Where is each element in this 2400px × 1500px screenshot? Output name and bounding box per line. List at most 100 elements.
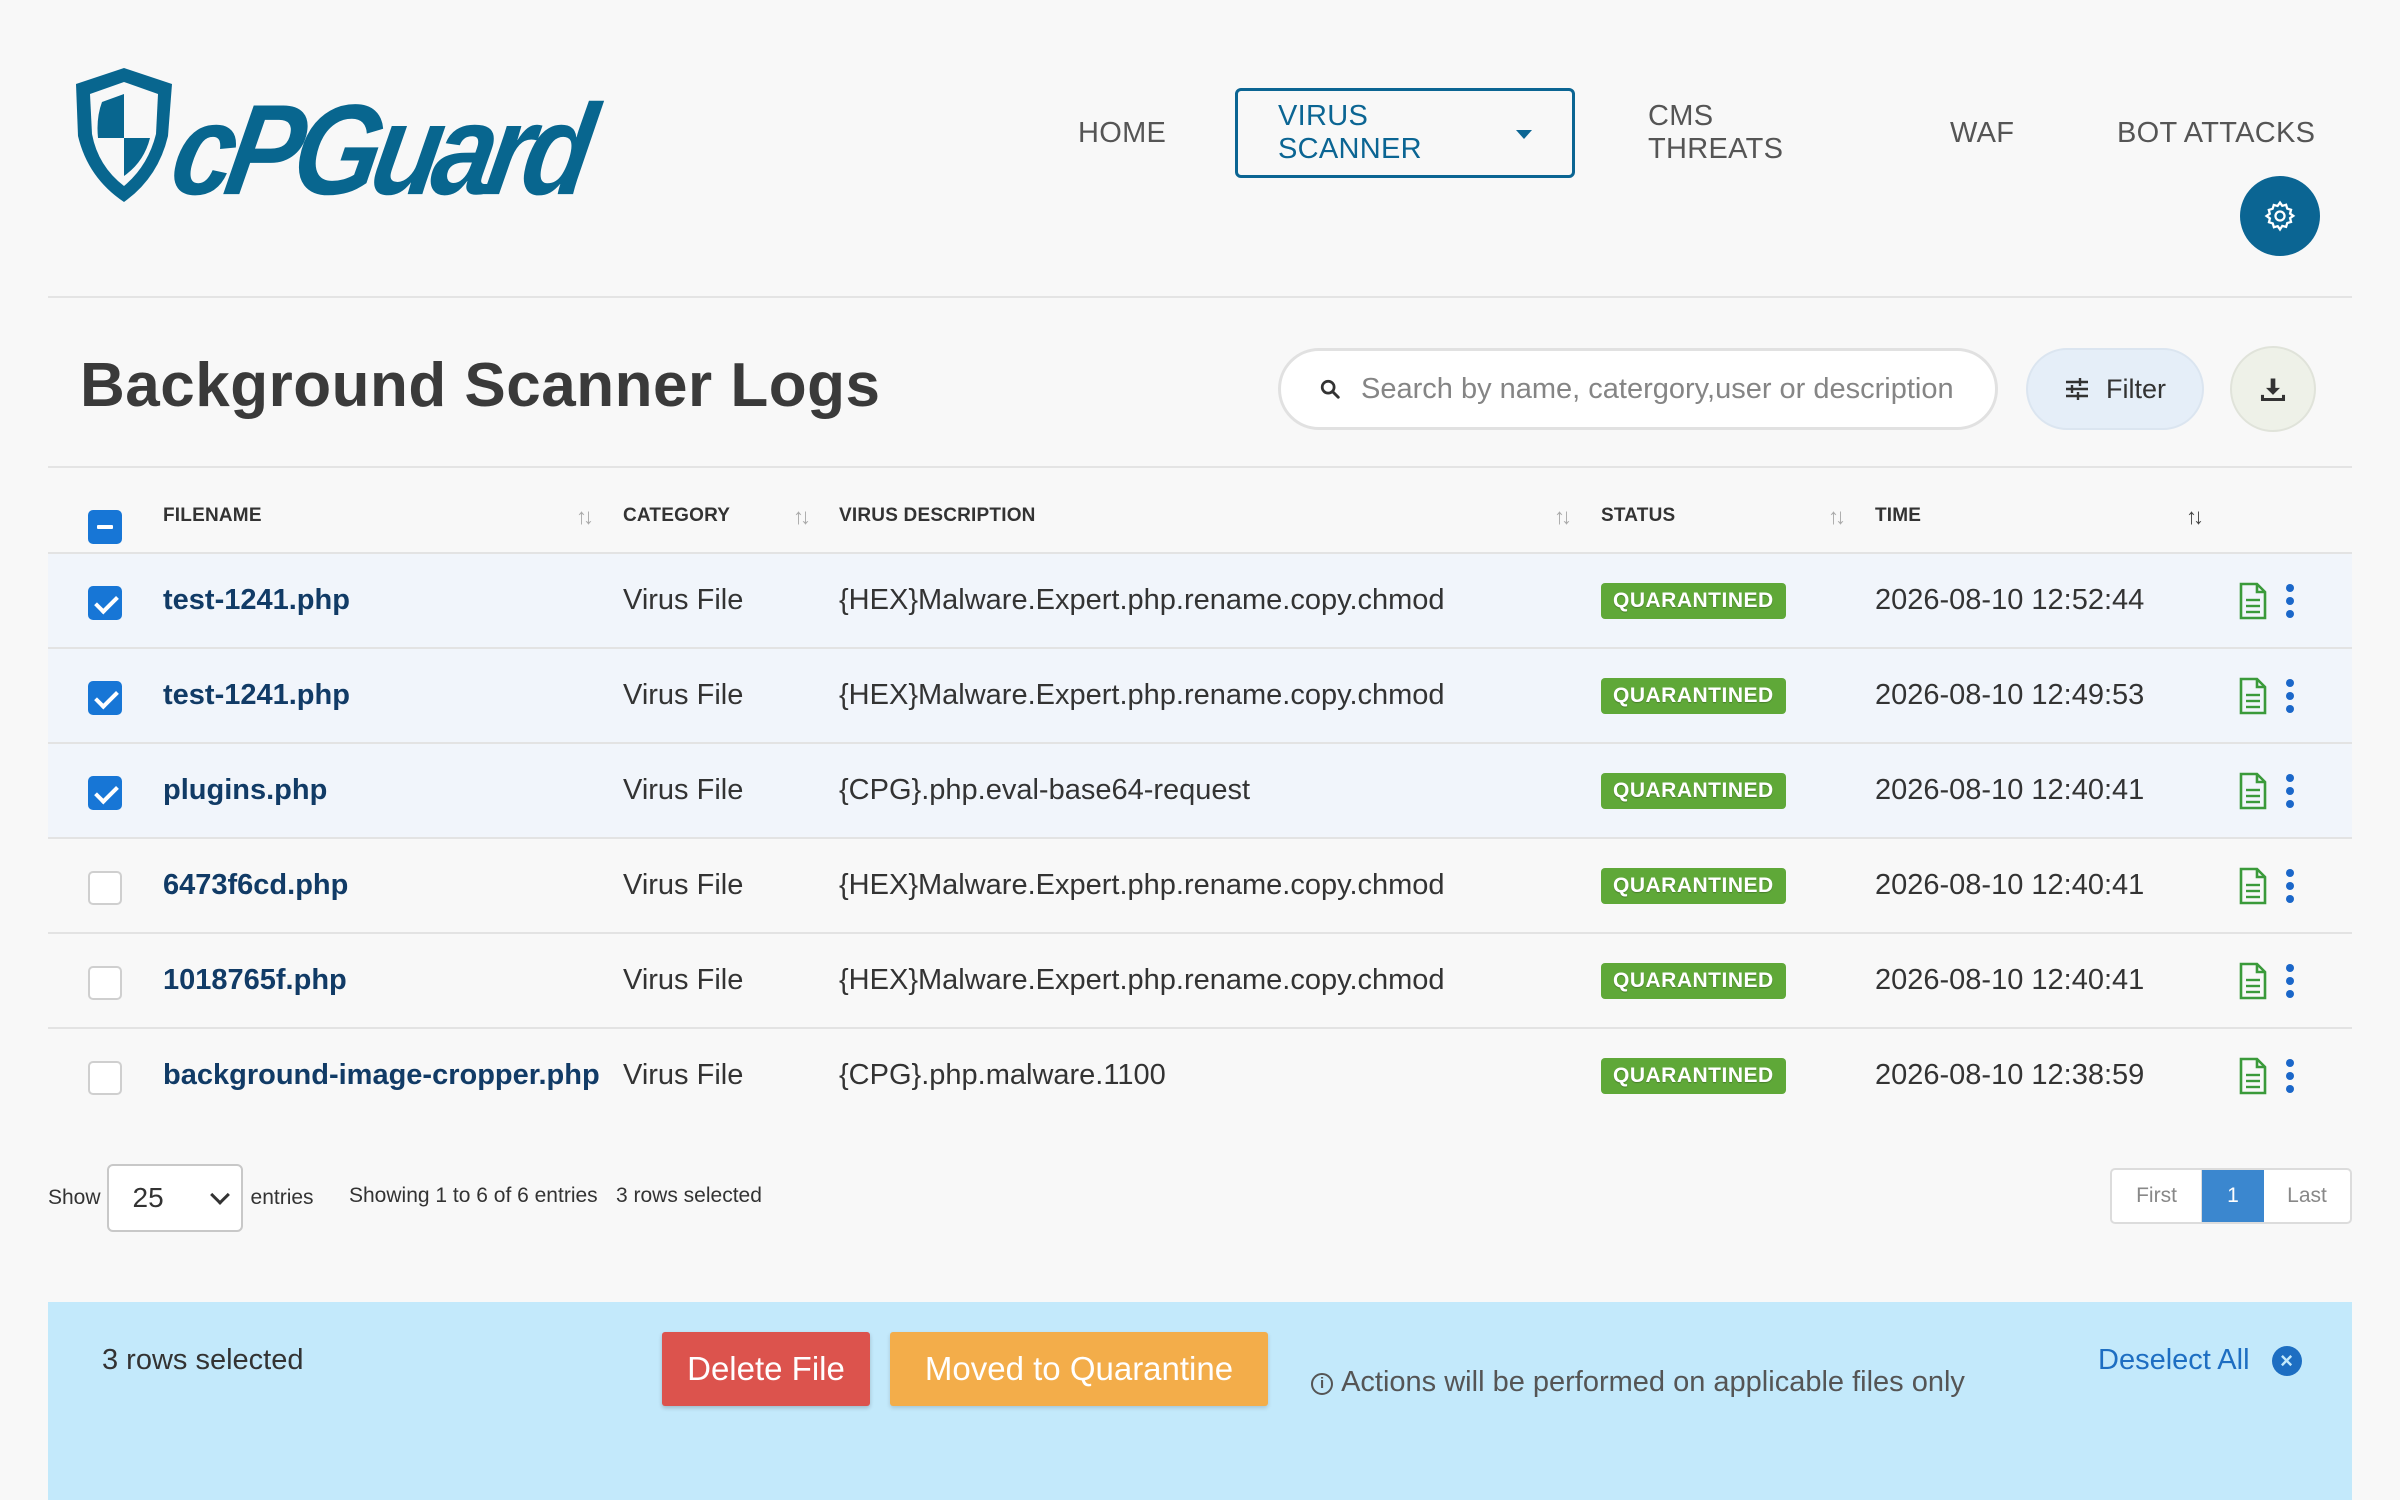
cell-category: Virus File (623, 679, 744, 711)
document-icon[interactable] (2238, 582, 2268, 625)
move-to-quarantine-button[interactable]: Moved to Quarantine (890, 1332, 1268, 1406)
sort-status-icon[interactable]: ↑↓ (1828, 504, 1846, 530)
nav-virus-scanner-label: VIRUS SCANNER (1278, 100, 1422, 165)
cell-status: QUARANTINED (1601, 934, 1786, 1027)
row-checkbox[interactable] (88, 681, 122, 715)
sort-time-icon[interactable]: ↑↓ (2186, 504, 2204, 530)
cell-filename[interactable]: test-1241.php (163, 554, 350, 647)
cell-filename[interactable]: test-1241.php (163, 649, 350, 742)
rows-selected-text: 3 rows selected (616, 1184, 762, 1207)
row-checkbox[interactable] (88, 776, 122, 810)
more-vertical-icon[interactable] (2284, 964, 2296, 998)
header-time[interactable]: TIME (1875, 478, 1921, 554)
cell-description: {HEX}Malware.Expert.php.rename.copy.chmo… (839, 964, 1445, 996)
document-icon[interactable] (2238, 1057, 2268, 1100)
cell-status: QUARANTINED (1601, 839, 1786, 932)
status-badge: QUARANTINED (1601, 867, 1786, 904)
table-body: test-1241.php Virus File {HEX}Malware.Ex… (48, 554, 2352, 1124)
cell-category: Virus File (623, 869, 744, 901)
settings-button[interactable] (2240, 176, 2320, 256)
bulk-action-bar: 3 rows selected Delete File Moved to Qua… (48, 1302, 2352, 1500)
more-vertical-icon[interactable] (2284, 869, 2296, 903)
row-checkbox[interactable] (88, 871, 122, 905)
cell-status: QUARANTINED (1601, 744, 1786, 837)
status-badge: QUARANTINED (1601, 772, 1786, 809)
sort-category-icon[interactable]: ↑↓ (793, 504, 811, 530)
row-checkbox[interactable] (88, 1061, 122, 1095)
document-icon[interactable] (2238, 962, 2268, 1005)
more-vertical-icon[interactable] (2284, 679, 2296, 713)
search-box[interactable] (1278, 348, 1998, 430)
row-checkbox[interactable] (88, 966, 122, 1000)
more-vertical-icon[interactable] (2284, 774, 2296, 808)
cell-filename[interactable]: background-image-cropper.php (163, 1029, 600, 1122)
cell-category: Virus File (623, 1059, 744, 1091)
nav-waf[interactable]: WAF (1910, 88, 2054, 178)
cell-category: Virus File (623, 964, 744, 996)
scanner-logs-table: FILENAME ↑↓ CATEGORY ↑↓ VIRUS DESCRIPTIO… (48, 478, 2352, 1124)
cell-filename[interactable]: plugins.php (163, 744, 327, 837)
select-all-checkbox[interactable] (88, 510, 122, 544)
table-row[interactable]: test-1241.php Virus File {HEX}Malware.Ex… (48, 649, 2352, 744)
info-icon: i (1311, 1373, 1334, 1395)
cell-status: QUARANTINED (1601, 1029, 1786, 1122)
nav-bot-attacks[interactable]: BOT ATTACKS (2077, 88, 2355, 178)
page-first-button[interactable]: First (2112, 1170, 2202, 1222)
caret-down-icon (1516, 129, 1532, 139)
table-row[interactable]: 1018765f.php Virus File {HEX}Malware.Exp… (48, 934, 2352, 1029)
cell-time: 2026-08-10 12:40:41 (1875, 964, 2145, 996)
row-checkbox[interactable] (88, 586, 122, 620)
close-circle-icon: × (2271, 1345, 2302, 1376)
page-size-value: 25 (132, 1182, 164, 1213)
header-virus-description[interactable]: VIRUS DESCRIPTION (839, 478, 1036, 554)
document-icon[interactable] (2238, 772, 2268, 815)
table-row[interactable]: plugins.php Virus File {CPG}.php.eval-ba… (48, 744, 2352, 839)
show-label: Show (48, 1186, 101, 1209)
page-size-select[interactable]: 25 (106, 1164, 243, 1232)
header-filename[interactable]: FILENAME (163, 478, 262, 554)
page-last-button[interactable]: Last (2264, 1170, 2350, 1222)
table-row[interactable]: background-image-cropper.php Virus File … (48, 1029, 2352, 1124)
delete-file-button[interactable]: Delete File (662, 1332, 870, 1406)
table-row[interactable]: test-1241.php Virus File {HEX}Malware.Ex… (48, 554, 2352, 649)
cell-filename[interactable]: 1018765f.php (163, 934, 347, 1027)
showing-entries-text: Showing 1 to 6 of 6 entries (349, 1184, 598, 1207)
cell-time: 2026-08-10 12:49:53 (1875, 679, 2145, 711)
sort-filename-icon[interactable]: ↑↓ (576, 504, 594, 530)
entries-label: entries (250, 1186, 314, 1209)
header-category[interactable]: CATEGORY (623, 478, 730, 554)
cell-description: {HEX}Malware.Expert.php.rename.copy.chmo… (839, 869, 1445, 901)
filter-button[interactable]: Filter (2026, 348, 2204, 430)
cell-description: {HEX}Malware.Expert.php.rename.copy.chmo… (839, 679, 1445, 711)
more-vertical-icon[interactable] (2284, 584, 2296, 618)
deselect-all-button[interactable]: Deselect All × (2098, 1344, 2302, 1377)
more-vertical-icon[interactable] (2284, 1059, 2296, 1093)
header-divider (48, 296, 2352, 298)
shield-logo-icon (76, 68, 172, 202)
cell-filename[interactable]: 6473f6cd.php (163, 839, 348, 932)
search-input[interactable] (1361, 372, 1981, 406)
cell-status: QUARANTINED (1601, 554, 1786, 647)
cpguard-logo[interactable]: cPGuard (68, 66, 598, 222)
page-size-control: Show 25 entries (48, 1164, 314, 1232)
document-icon[interactable] (2238, 677, 2268, 720)
status-badge: QUARANTINED (1601, 1057, 1786, 1094)
page-1-button[interactable]: 1 (2202, 1170, 2264, 1222)
deselect-all-label: Deselect All (2098, 1344, 2250, 1376)
table-header: FILENAME ↑↓ CATEGORY ↑↓ VIRUS DESCRIPTIO… (48, 478, 2352, 554)
chevron-down-icon (209, 1185, 230, 1205)
cell-time: 2026-08-10 12:38:59 (1875, 1059, 2145, 1091)
cell-category: Virus File (623, 584, 744, 616)
download-icon (2260, 378, 2286, 402)
download-button[interactable] (2230, 346, 2316, 432)
table-row[interactable]: 6473f6cd.php Virus File {HEX}Malware.Exp… (48, 839, 2352, 934)
title-divider (48, 466, 2352, 468)
header-status[interactable]: STATUS (1601, 478, 1675, 554)
nav-home[interactable]: HOME (1038, 88, 1206, 178)
nav-cms-threats[interactable]: CMS THREATS (1608, 88, 1823, 178)
document-icon[interactable] (2238, 867, 2268, 910)
nav-virus-scanner[interactable]: VIRUS SCANNER (1235, 88, 1575, 178)
sort-description-icon[interactable]: ↑↓ (1554, 504, 1572, 530)
status-badge: QUARANTINED (1601, 582, 1786, 619)
search-icon (1320, 379, 1340, 399)
